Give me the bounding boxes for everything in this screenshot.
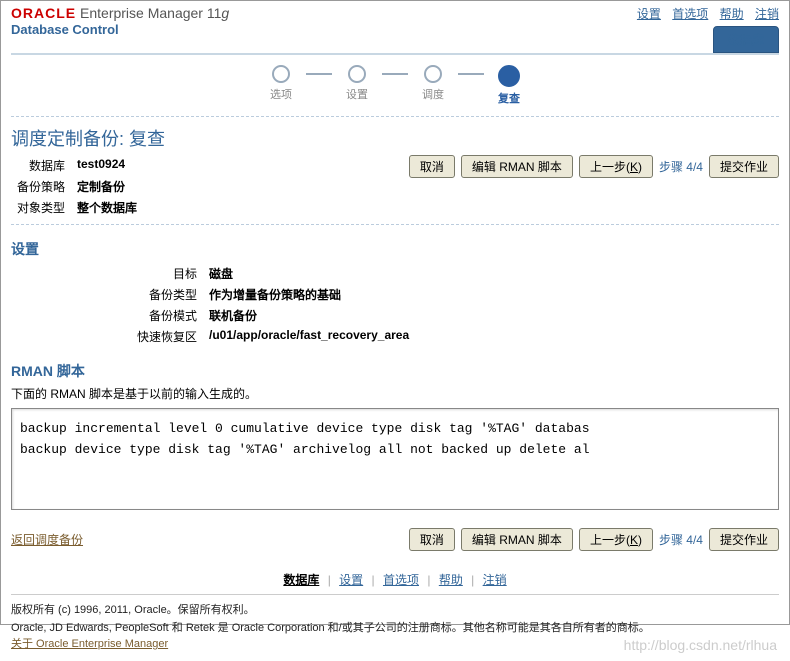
cancel-button[interactable]: 取消 [409, 155, 455, 178]
wizard-step-3: 复查 [484, 65, 534, 106]
settings-mode-value: 联机备份 [203, 305, 415, 326]
step-counter-bottom: 步骤 4/4 [659, 531, 703, 548]
about-link[interactable]: 关于 Oracle Enterprise Manager [11, 638, 168, 650]
wizard-step-2: 调度 [408, 65, 458, 102]
header: ORACLE Enterprise Manager 11g Database C… [11, 5, 779, 53]
toplink-help[interactable]: 帮助 [720, 7, 744, 21]
top-links: 设置 首选项 帮助 注销 数据库 [629, 5, 779, 53]
cancel-button-bottom[interactable]: 取消 [409, 528, 455, 551]
brand-logo: ORACLE Enterprise Manager 11g Database C… [11, 5, 229, 37]
step-connector-icon [458, 73, 484, 75]
separator [11, 224, 779, 225]
separator [11, 116, 779, 117]
footer-nav-logout[interactable]: 注销 [483, 573, 507, 587]
settings-heading: 设置 [11, 239, 779, 259]
step-label-1: 设置 [346, 86, 368, 102]
back-button-bottom[interactable]: 上一步(K) [579, 528, 653, 551]
wizard-steps: 选项 设置 调度 复查 [11, 65, 779, 106]
summary-object-value: 整个数据库 [71, 197, 143, 218]
summary-database-label: 数据库 [11, 155, 71, 176]
settings-mode-label: 备份模式 [131, 305, 203, 326]
settings-target-value: 磁盘 [203, 263, 415, 284]
footer-nav-current[interactable]: 数据库 [283, 573, 319, 587]
toplink-logout[interactable]: 注销 [755, 7, 779, 21]
summary-policy-label: 备份策略 [11, 176, 71, 197]
step-connector-icon [306, 73, 332, 75]
settings-type-label: 备份类型 [131, 284, 203, 305]
footer-row: 返回调度备份 取消 编辑 RMAN 脚本 上一步(K) 步骤 4/4 提交作业 [11, 528, 779, 551]
wizard-step-0: 选项 [256, 65, 306, 102]
toplink-prefs[interactable]: 首选项 [672, 7, 708, 21]
footer-rule [11, 594, 779, 595]
header-rule [11, 53, 779, 55]
edit-rman-button-bottom[interactable]: 编辑 RMAN 脚本 [461, 528, 573, 551]
step-label-3: 复查 [498, 90, 520, 106]
edit-rman-button[interactable]: 编辑 RMAN 脚本 [461, 155, 573, 178]
footer-nav: 数据库 | 设置 | 首选项 | 帮助 | 注销 [11, 571, 779, 588]
summary-database-value: test0924 [71, 155, 143, 176]
button-row-bottom: 取消 编辑 RMAN 脚本 上一步(K) 步骤 4/4 提交作业 [409, 528, 779, 551]
footer-nav-help[interactable]: 帮助 [439, 573, 463, 587]
page-title: 调度定制备份: 复查 [11, 125, 779, 151]
settings-type-value: 作为增量备份策略的基础 [203, 284, 415, 305]
rman-script-box[interactable]: backup incremental level 0 cumulative de… [11, 408, 779, 510]
wizard-step-1: 设置 [332, 65, 382, 102]
brand-oracle: ORACLE [11, 5, 76, 21]
brand-em: Enterprise Manager 11 [80, 5, 221, 21]
submit-button-bottom[interactable]: 提交作业 [709, 528, 779, 551]
toplink-settings[interactable]: 设置 [637, 7, 661, 21]
step-counter: 步骤 4/4 [659, 158, 703, 175]
back-button[interactable]: 上一步(K) [579, 155, 653, 178]
settings-recovery-value: /u01/app/oracle/fast_recovery_area [203, 326, 415, 347]
step-circle-icon [424, 65, 442, 83]
step-connector-icon [382, 73, 408, 75]
rman-description: 下面的 RMAN 脚本是基于以前的输入生成的。 [11, 385, 779, 402]
brand-sub: Database Control [11, 22, 229, 38]
settings-table: 目标 磁盘 备份类型 作为增量备份策略的基础 备份模式 联机备份 快速恢复区 /… [131, 263, 415, 347]
summary-table: 数据库 test0924 备份策略 定制备份 对象类型 整个数据库 [11, 155, 143, 218]
back-to-schedule-link[interactable]: 返回调度备份 [11, 531, 83, 548]
top-tab-database[interactable]: 数据库 [713, 26, 779, 53]
summary-object-label: 对象类型 [11, 197, 71, 218]
copyright-text: 版权所有 (c) 1996, 2011, Oracle。保留所有权利。 [11, 601, 779, 617]
brand-g: g [221, 5, 229, 21]
summary-policy-value: 定制备份 [71, 176, 143, 197]
step-circle-icon [272, 65, 290, 83]
summary-row: 数据库 test0924 备份策略 定制备份 对象类型 整个数据库 取消 编辑 … [11, 155, 779, 218]
step-circle-icon [348, 65, 366, 83]
rman-heading: RMAN 脚本 [11, 361, 779, 381]
step-label-0: 选项 [270, 86, 292, 102]
button-row-top: 取消 编辑 RMAN 脚本 上一步(K) 步骤 4/4 提交作业 [409, 155, 779, 178]
step-circle-active-icon [498, 65, 520, 87]
submit-button[interactable]: 提交作业 [709, 155, 779, 178]
footer-nav-prefs[interactable]: 首选项 [383, 573, 419, 587]
settings-recovery-label: 快速恢复区 [131, 326, 203, 347]
footer-nav-settings[interactable]: 设置 [339, 573, 363, 587]
trademark-text: Oracle, JD Edwards, PeopleSoft 和 Retek 是… [11, 619, 779, 635]
settings-target-label: 目标 [131, 263, 203, 284]
step-label-2: 调度 [422, 86, 444, 102]
